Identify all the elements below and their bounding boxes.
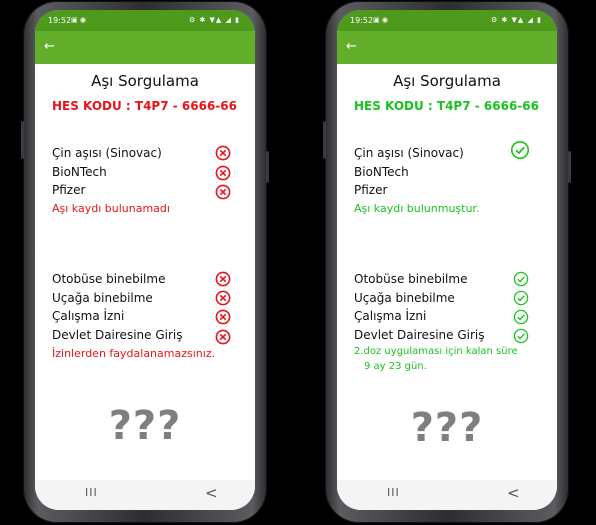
unknown-placeholder: ??? — [410, 405, 484, 451]
permission-work: Çalışma İzni — [354, 309, 427, 323]
check-icon — [513, 271, 529, 287]
app-bar: ← — [337, 31, 557, 64]
hes-code: HES KODU : T4P7 - 6666-66 — [52, 99, 237, 113]
status-icons: ⚙ ✱ ▼▲ ◢ ▮ — [490, 16, 542, 24]
dose-remaining-time: 9 ay 23 gün. — [364, 361, 427, 372]
power-button — [568, 151, 571, 183]
vaccine-status: Aşı kaydı bulunmuştur. — [354, 202, 480, 215]
cross-icon — [215, 271, 231, 287]
back-arrow-icon[interactable]: ← — [44, 39, 55, 55]
dose-remaining-label: 2.doz uygulaması için kalan süre — [354, 346, 518, 357]
status-icons: ⚙ ✱ ▼▲ ◢ ▮ — [188, 16, 240, 24]
check-icon — [513, 290, 529, 306]
vaccine-biontech: BioNTech — [354, 165, 409, 179]
status-time: 19:52 — [48, 16, 72, 25]
phone-left: 19:52 ▣ ◉ ⚙ ✱ ▼▲ ◢ ▮ ← Aşı Sorgulama HES… — [21, 1, 269, 523]
cross-icon — [215, 290, 231, 306]
permission-status: İzinlerden faydalanamazsınız. — [52, 347, 216, 360]
cross-icon — [215, 329, 231, 345]
nav-bar: III < — [35, 480, 255, 510]
app-bar: ← — [35, 31, 255, 64]
status-time: 19:52 — [350, 16, 374, 25]
phone-right: 19:52 ▣ ◉ ⚙ ✱ ▼▲ ◢ ▮ ← Aşı Sorgulama HES… — [323, 1, 571, 523]
volume-button — [21, 121, 24, 159]
permission-bus: Otobüse binebilme — [52, 272, 166, 286]
notification-icons: ▣ ◉ — [373, 16, 388, 24]
vaccine-biontech: BioNTech — [52, 165, 107, 179]
screen-left: 19:52 ▣ ◉ ⚙ ✱ ▼▲ ◢ ▮ ← Aşı Sorgulama HES… — [35, 10, 255, 510]
vaccine-sinovac: Çin aşısı (Sinovac) — [354, 146, 464, 160]
cross-icon — [215, 165, 231, 181]
status-bar: 19:52 ▣ ◉ ⚙ ✱ ▼▲ ◢ ▮ — [337, 10, 557, 31]
vaccine-sinovac: Çin aşısı (Sinovac) — [52, 146, 162, 160]
vaccine-pfizer: Pfizer — [52, 183, 86, 197]
check-icon — [513, 328, 529, 344]
back-arrow-icon[interactable]: ← — [346, 39, 357, 55]
hes-code: HES KODU : T4P7 - 6666-66 — [354, 99, 539, 113]
permission-government: Devlet Dairesine Giriş — [52, 328, 183, 342]
status-bar: 19:52 ▣ ◉ ⚙ ✱ ▼▲ ◢ ▮ — [35, 10, 255, 31]
notification-icons: ▣ ◉ — [71, 16, 86, 24]
screen-right: 19:52 ▣ ◉ ⚙ ✱ ▼▲ ◢ ▮ ← Aşı Sorgulama HES… — [337, 10, 557, 510]
permission-plane: Uçağa binebilme — [52, 291, 153, 305]
recent-apps-icon[interactable]: III — [387, 486, 400, 499]
check-icon — [513, 309, 529, 325]
cross-icon — [215, 184, 231, 200]
unknown-placeholder: ??? — [108, 403, 182, 449]
permission-work: Çalışma İzni — [52, 309, 125, 323]
permission-government: Devlet Dairesine Giriş — [354, 328, 485, 342]
page-title: Aşı Sorgulama — [393, 72, 501, 90]
permission-bus: Otobüse binebilme — [354, 272, 468, 286]
nav-bar: III < — [337, 480, 557, 510]
check-icon — [510, 140, 530, 160]
vaccine-pfizer: Pfizer — [354, 183, 388, 197]
vaccine-status: Aşı kaydı bulunamadı — [52, 202, 170, 215]
power-button — [266, 151, 269, 183]
recent-apps-icon[interactable]: III — [85, 486, 98, 499]
nav-back-icon[interactable]: < — [507, 484, 520, 502]
volume-button — [323, 121, 326, 159]
permission-plane: Uçağa binebilme — [354, 291, 455, 305]
cross-icon — [215, 309, 231, 325]
nav-back-icon[interactable]: < — [205, 484, 218, 502]
page-title: Aşı Sorgulama — [91, 72, 199, 90]
cross-icon — [215, 145, 231, 161]
